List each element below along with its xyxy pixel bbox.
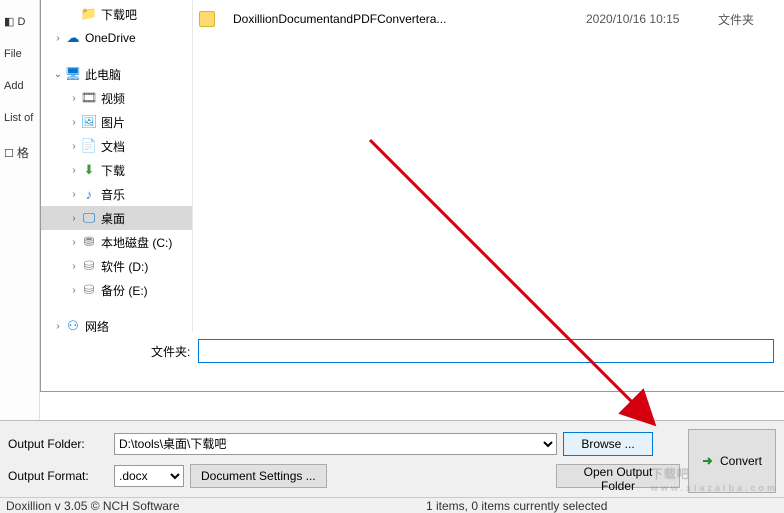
- tree-documents[interactable]: ›📄文档: [41, 134, 192, 158]
- output-folder-select[interactable]: D:\tools\桌面\下载吧: [114, 433, 557, 455]
- format-label: ☐ 格: [0, 134, 39, 171]
- output-format-select[interactable]: .docx: [114, 465, 184, 487]
- tree-downloads[interactable]: ›⬇下载: [41, 158, 192, 182]
- tree-network[interactable]: ›⚇网络: [41, 314, 192, 332]
- convert-label: Convert: [720, 454, 762, 468]
- document-settings-button[interactable]: Document Settings ...: [190, 464, 327, 488]
- status-selection: 1 items, 0 items currently selected: [420, 499, 607, 513]
- bottom-panel: Output Folder: D:\tools\桌面\下载吧 Browse ..…: [0, 420, 784, 497]
- file-list-pane[interactable]: DoxillionDocumentandPDFConvertera... 202…: [193, 0, 784, 332]
- browse-button[interactable]: Browse ...: [563, 432, 653, 456]
- tree-music[interactable]: ›♪音乐: [41, 182, 192, 206]
- tree-desktop[interactable]: ›🖵桌面: [41, 206, 192, 230]
- app-icon: ◧ D: [0, 5, 39, 38]
- app-left-strip: ◧ D File Add List of ☐ 格: [0, 0, 40, 420]
- file-name: DoxillionDocumentandPDFConvertera...: [233, 12, 574, 26]
- toolbar-add[interactable]: Add: [0, 70, 39, 102]
- output-folder-label: Output Folder:: [8, 437, 108, 451]
- status-version: Doxillion v 3.05 © NCH Software: [0, 499, 420, 513]
- menu-file[interactable]: File: [0, 38, 39, 70]
- tree-thispc[interactable]: ⌄🖥此电脑: [41, 62, 192, 86]
- status-bar: Doxillion v 3.05 © NCH Software 1 items,…: [0, 497, 784, 513]
- folder-icon: [199, 11, 215, 27]
- tree-pictures[interactable]: ›🖼图片: [41, 110, 192, 134]
- tree-disk-e[interactable]: ›⛁备份 (E:): [41, 278, 192, 302]
- tree-downloads-cn[interactable]: 📁下载吧: [41, 2, 192, 26]
- tree-disk-c[interactable]: ›⛃本地磁盘 (C:): [41, 230, 192, 254]
- folder-tree[interactable]: 📁下载吧 ›☁OneDrive ⌄🖥此电脑 ›🎞视频 ›🖼图片 ›📄文档 ›⬇下…: [41, 0, 193, 332]
- folder-name-row: 文件夹:: [151, 339, 774, 363]
- browse-folder-dialog: 📁下载吧 ›☁OneDrive ⌄🖥此电脑 ›🎞视频 ›🖼图片 ›📄文档 ›⬇下…: [40, 0, 784, 392]
- open-output-folder-button[interactable]: Open Output Folder: [556, 464, 680, 488]
- convert-icon: [702, 454, 716, 468]
- file-row[interactable]: DoxillionDocumentandPDFConvertera... 202…: [199, 8, 778, 30]
- convert-button[interactable]: Convert: [688, 429, 776, 493]
- tree-disk-d[interactable]: ›⛁软件 (D:): [41, 254, 192, 278]
- tree-video[interactable]: ›🎞视频: [41, 86, 192, 110]
- list-of-label: List of: [0, 102, 39, 134]
- folder-label: 文件夹:: [151, 343, 190, 360]
- folder-input[interactable]: [198, 339, 774, 363]
- file-type: 文件夹: [718, 11, 778, 28]
- tree-onedrive[interactable]: ›☁OneDrive: [41, 26, 192, 50]
- output-format-label: Output Format:: [8, 469, 108, 483]
- file-date: 2020/10/16 10:15: [586, 12, 706, 26]
